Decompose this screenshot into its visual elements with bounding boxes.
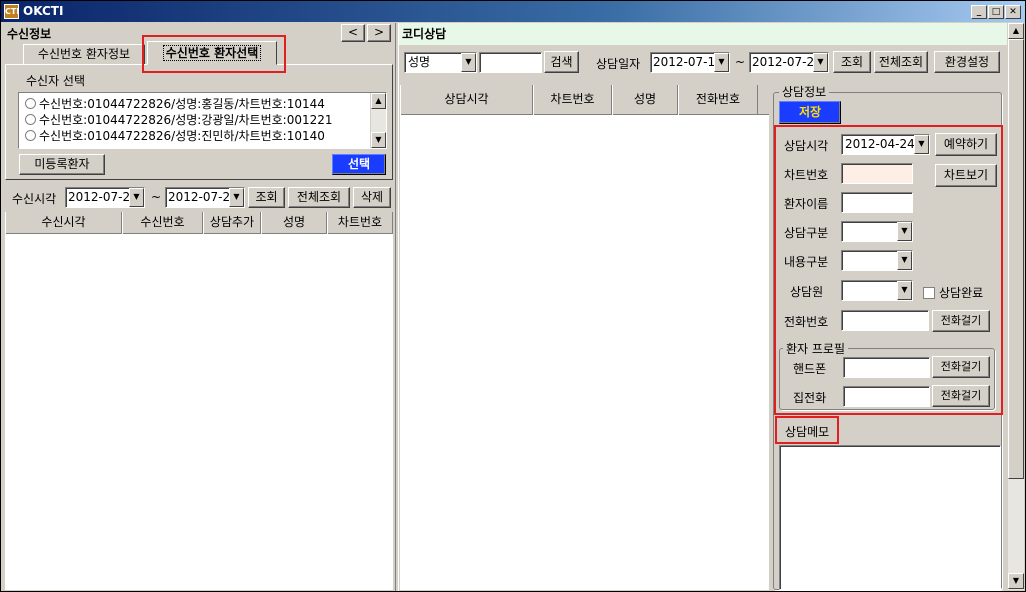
receive-time-label: 수신시각 [12,192,57,206]
search-field-value: 성명 [408,55,431,69]
consult-to-date[interactable]: 2012-07-23 ▼ [749,52,829,73]
receiver-option[interactable]: 수신번호:01044722826/성명:홍길동/차트번호:10144 [25,96,325,112]
receive-grid-body[interactable] [5,234,393,590]
column-header[interactable]: 수신시각 [5,212,122,234]
dropdown-arrow-icon[interactable]: ▼ [461,53,476,72]
main-scrollbar[interactable]: ▲ ▼ [1007,23,1024,590]
main-window: CTI OKCTI _ □ ✕ 수신정보 < > 수신번호 환자정보 수신번호 … [1,1,1025,591]
radio-icon [25,98,36,109]
memo-textarea[interactable] [779,445,1001,590]
search-button[interactable]: 검색 [544,51,579,73]
consult-query-button[interactable]: 조회 [833,51,871,73]
dropdown-arrow-icon[interactable]: ▼ [813,53,828,72]
unregistered-patient-button[interactable]: 미등록환자 [19,154,105,175]
radio-icon [25,130,36,141]
search-input[interactable] [479,52,542,73]
column-header[interactable]: 상담추가 [203,212,261,234]
tilde: ~ [151,190,162,204]
consult-all-button[interactable]: 전체조회 [874,51,928,73]
consult-from-date[interactable]: 2012-07-16 ▼ [650,52,730,73]
middle-title-bar [399,23,1007,45]
prev-button[interactable]: < [341,24,365,42]
column-header[interactable]: 상담시각 [400,85,533,115]
receive-grid-header: 수신시각 수신번호 상담추가 성명 차트번호 [5,212,393,234]
receive-to-date[interactable]: 2012-07-23 ▼ [165,187,245,208]
scroll-down-icon[interactable]: ▼ [1008,573,1024,589]
receive-from-date[interactable]: 2012-07-23 ▼ [65,187,145,208]
receiver-option[interactable]: 수신번호:01044722826/성명:진민하/차트번호:10140 [25,128,325,144]
receiver-option[interactable]: 수신번호:01044722826/성명:강광일/차트번호:001221 [25,112,333,128]
consult-grid-header: 상담시각 차트번호 성명 전화번호 [400,85,769,115]
receive-all-button[interactable]: 전체조회 [288,187,350,208]
column-header[interactable]: 성명 [612,85,678,115]
consult-grid-body[interactable] [400,115,769,590]
settings-button[interactable]: 환경설정 [934,51,1000,73]
receiver-scrollbar[interactable]: ▲ ▼ [370,93,386,148]
panel-splitter[interactable] [395,23,399,591]
scroll-thumb[interactable] [1008,39,1024,479]
column-header[interactable]: 차트번호 [533,85,612,115]
dropdown-arrow-icon[interactable]: ▼ [129,188,144,207]
receive-from-value: 2012-07-23 [68,190,138,204]
receiver-label: 수신번호:01044722826/성명:진민하/차트번호:10140 [39,129,325,143]
maximize-button[interactable]: □ [988,5,1004,19]
close-button[interactable]: ✕ [1005,5,1021,19]
column-header[interactable]: 수신번호 [122,212,203,234]
middle-panel-title: 코디상담 [402,27,447,41]
tilde: ~ [735,55,746,69]
radio-icon [25,114,36,125]
column-header[interactable]: 전화번호 [678,85,758,115]
scroll-up-icon[interactable]: ▲ [371,93,386,109]
save-button[interactable]: 저장 [779,101,841,124]
scroll-up-icon[interactable]: ▲ [1008,23,1024,39]
minimize-button[interactable]: _ [971,5,987,19]
receiver-list: 수신번호:01044722826/성명:홍길동/차트번호:10144 수신번호:… [18,92,387,149]
receive-to-value: 2012-07-23 [168,190,238,204]
highlight-memo-label [775,416,839,444]
scroll-down-icon[interactable]: ▼ [371,132,386,148]
dropdown-arrow-icon[interactable]: ▼ [714,53,729,72]
consult-info-title: 상담정보 [779,83,830,100]
receive-search-button[interactable]: 조회 [248,187,285,208]
window-title: OKCTI [23,4,64,18]
receive-delete-button[interactable]: 삭제 [353,187,391,208]
left-panel-title: 수신정보 [7,27,52,41]
consult-to-value: 2012-07-23 [752,55,822,69]
receiver-label: 수신번호:01044722826/성명:강광일/차트번호:001221 [39,113,333,127]
tab-patient-info[interactable]: 수신번호 환자정보 [23,44,145,64]
title-bar: CTI OKCTI [1,1,1025,22]
search-field-select[interactable]: 성명 ▼ [404,52,477,73]
highlight-consult-form [774,125,1003,415]
receiver-group-title: 수신자 선택 [23,72,89,89]
app-icon: CTI [4,4,19,19]
receiver-label: 수신번호:01044722826/성명:홍길동/차트번호:10144 [39,97,325,111]
select-button[interactable]: 선택 [332,154,386,175]
dropdown-arrow-icon[interactable]: ▼ [229,188,244,207]
next-button[interactable]: > [367,24,391,42]
highlight-tab [142,35,286,73]
column-header[interactable]: 차트번호 [327,212,393,234]
consult-date-label: 상담일자 [596,57,641,71]
column-header[interactable]: 성명 [261,212,327,234]
consult-from-value: 2012-07-16 [653,55,723,69]
